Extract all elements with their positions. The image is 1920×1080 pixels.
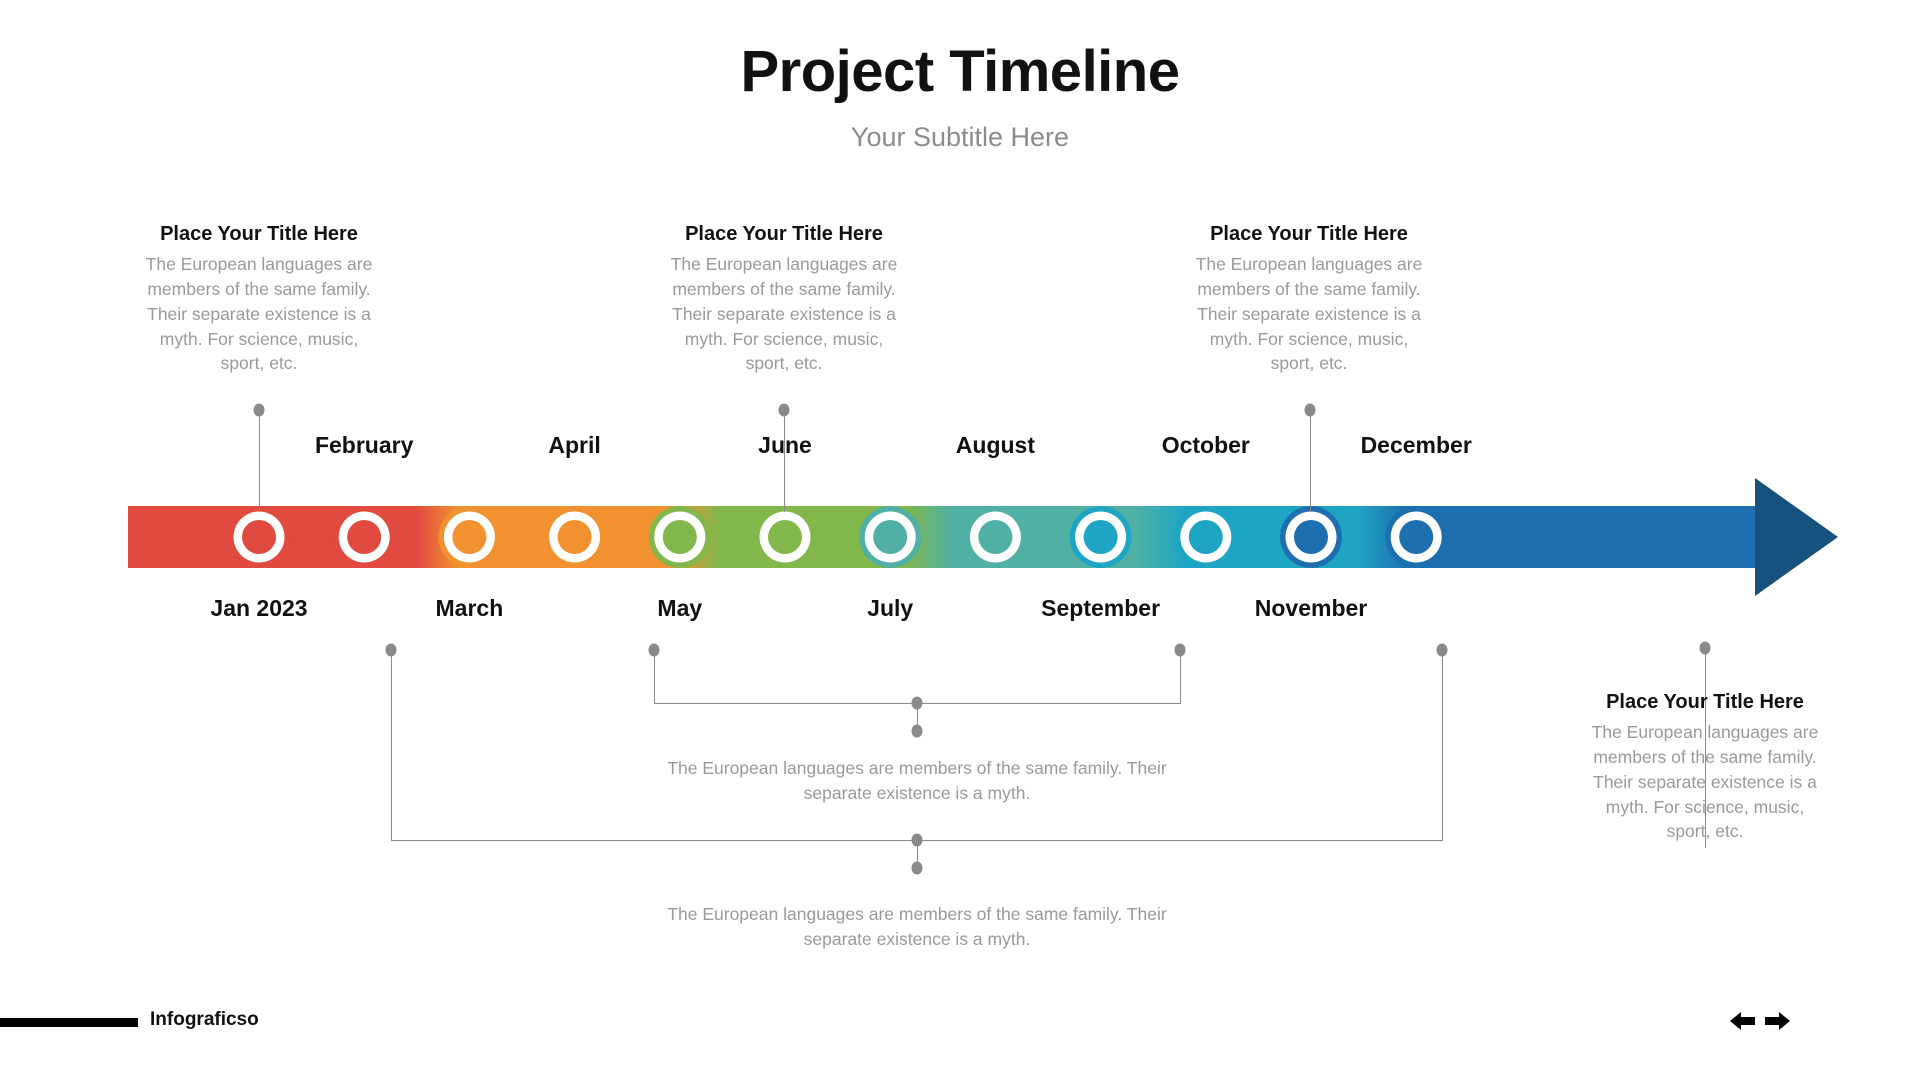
- month-label: June: [758, 432, 812, 458]
- callout-body: The European languages are members of th…: [145, 254, 373, 374]
- leader-dot-top-3: [1304, 403, 1316, 417]
- leader-dot-top-2: [778, 403, 790, 417]
- callout-top-2: Place Your Title Here The European langu…: [663, 222, 905, 376]
- milestone-dot[interactable]: [1083, 520, 1118, 554]
- bracket2-line-right: [1442, 650, 1443, 840]
- milestone-dot[interactable]: [242, 520, 276, 554]
- bracket2-line-left: [391, 650, 392, 840]
- callout-top-3: Place Your Title Here The European langu…: [1188, 222, 1430, 376]
- bracket1-line-right: [1180, 650, 1181, 703]
- month-label: August: [955, 432, 1035, 458]
- leader-line-top-1: [259, 410, 260, 512]
- milestone-dot[interactable]: [452, 520, 487, 554]
- month-label: April: [548, 432, 601, 458]
- arrow-left-icon[interactable]: [1730, 1012, 1755, 1030]
- callout-body: The European languages are members of th…: [1591, 722, 1819, 842]
- bracket2-dot-stem-end: [911, 861, 923, 875]
- callout-right: Place Your Title Here The European langu…: [1584, 690, 1826, 844]
- callout-title: Place Your Title Here: [685, 223, 883, 245]
- month-label: November: [1254, 595, 1368, 621]
- slide-nav: [1730, 1012, 1790, 1030]
- milestone-dot[interactable]: [1399, 520, 1434, 554]
- milestone-dot[interactable]: [662, 520, 697, 554]
- milestone-dot[interactable]: [557, 520, 592, 554]
- month-label: February: [314, 432, 414, 458]
- callout-title: Place Your Title Here: [160, 223, 358, 245]
- bracket1-line-left: [654, 650, 655, 703]
- callout-bottom-2: The European languages are members of th…: [667, 904, 1167, 949]
- callout-bottom-1: The European languages are members of th…: [667, 758, 1167, 803]
- callout-body: The European languages are members of th…: [1195, 254, 1423, 374]
- milestone-dot[interactable]: [1188, 520, 1223, 554]
- callout-body: The European languages are members of th…: [670, 254, 898, 374]
- timeline-arrowhead: [1755, 478, 1838, 596]
- footer-rule: [0, 1018, 138, 1027]
- month-label: Jan 2023: [210, 595, 308, 621]
- month-label: May: [657, 595, 703, 621]
- milestone-dot[interactable]: [347, 520, 382, 554]
- leader-dot-top-1: [253, 403, 265, 417]
- footer-brand: Infograficso: [150, 1009, 259, 1030]
- bracket1-dot-stem-end: [911, 724, 923, 738]
- slide-canvas: Project Timeline Your Subtitle Here Jan …: [0, 0, 1920, 1080]
- milestone-dot[interactable]: [873, 520, 908, 554]
- milestone-dot[interactable]: [768, 520, 802, 554]
- leader-line-top-3: [1310, 410, 1311, 512]
- month-label: October: [1161, 432, 1250, 458]
- month-label: March: [435, 595, 504, 621]
- month-label: December: [1360, 432, 1472, 458]
- callout-top-1: Place Your Title Here The European langu…: [138, 222, 380, 376]
- callout-title: Place Your Title Here: [1606, 691, 1804, 713]
- callout-title: Place Your Title Here: [1210, 223, 1408, 245]
- leader-line-top-2: [784, 410, 785, 512]
- leader-dot-right: [1699, 641, 1711, 655]
- milestone-dot[interactable]: [978, 520, 1013, 554]
- month-label: July: [867, 595, 914, 621]
- milestone-dot[interactable]: [1294, 520, 1328, 554]
- arrow-right-icon[interactable]: [1765, 1012, 1790, 1030]
- month-label: September: [1041, 595, 1161, 621]
